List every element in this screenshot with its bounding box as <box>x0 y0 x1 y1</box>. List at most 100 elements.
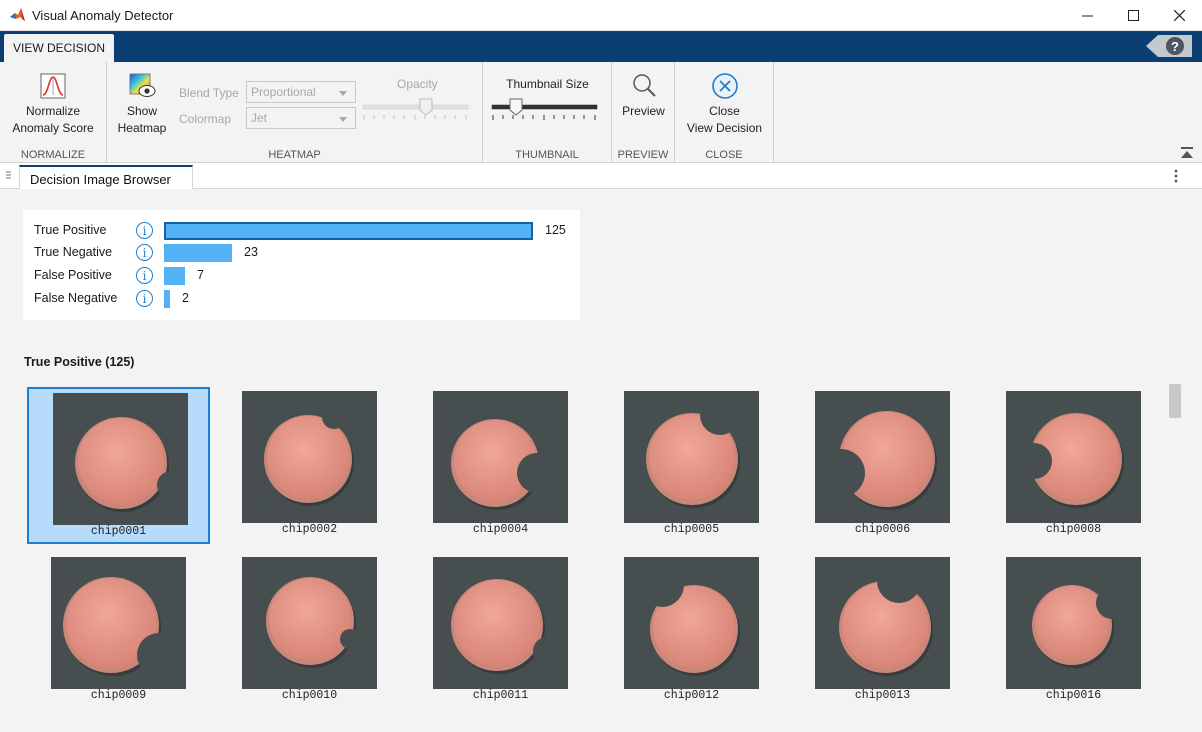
decision-image-browser: True Positive i 125 True Negative i 23 F… <box>0 189 1202 732</box>
thumbnail-caption: chip0011 <box>472 689 529 702</box>
minimize-button[interactable] <box>1064 0 1110 31</box>
thumbnail-item[interactable]: chip0010 <box>218 553 401 710</box>
normalize-label-1: Normalize <box>25 104 80 118</box>
summary-row-true-positive[interactable]: True Positive i 125 <box>23 221 580 241</box>
thumbnail-item[interactable]: chip0011 <box>409 553 592 710</box>
help-icon: ? <box>1166 37 1184 55</box>
summary-count: 23 <box>244 245 258 259</box>
pill-image <box>624 391 759 523</box>
summary-count: 2 <box>182 291 189 305</box>
pill-image <box>242 391 377 523</box>
tab-decision-image-browser[interactable]: Decision Image Browser <box>19 165 193 190</box>
summary-row-false-positive[interactable]: False Positive i 7 <box>23 266 580 286</box>
thumbnail-caption: chip0013 <box>854 689 911 702</box>
summary-bar[interactable] <box>164 222 533 240</box>
thumbnail-caption: chip0005 <box>663 523 720 536</box>
pill-image <box>433 391 568 523</box>
info-icon[interactable]: i <box>136 290 153 307</box>
close-label-2: View Decision <box>686 121 763 135</box>
thumbnail-caption: chip0004 <box>472 523 529 536</box>
thumbnail-caption: chip0002 <box>281 523 338 536</box>
summary-bar[interactable] <box>164 244 232 262</box>
matlab-logo-icon <box>10 8 25 21</box>
normalize-anomaly-score-button[interactable]: Normalize Anomaly Score <box>4 72 102 137</box>
preview-button[interactable]: Preview <box>614 72 673 120</box>
toolstrip-tab-row: VIEW DECISION <box>0 31 1202 62</box>
pill-image <box>433 557 568 689</box>
close-view-decision-button[interactable]: Close View Decision <box>677 72 772 137</box>
show-heatmap-button[interactable]: Show Heatmap <box>111 72 173 137</box>
colormap-value: Jet <box>251 111 268 125</box>
tab-view-decision[interactable]: VIEW DECISION <box>4 34 114 62</box>
distribution-curve-icon <box>40 73 66 99</box>
show-heatmap-label-2: Heatmap <box>117 121 167 135</box>
colormap-dropdown[interactable]: Jet <box>246 107 356 129</box>
thumbnail-item[interactable]: chip0006 <box>791 387 974 544</box>
toolstrip: Normalize Anomaly Score NORMALIZE Show H… <box>0 62 1202 163</box>
more-options-icon[interactable] <box>1173 169 1179 183</box>
pill-image <box>51 557 186 689</box>
info-icon[interactable]: i <box>136 267 153 284</box>
close-label-1: Close <box>709 104 740 118</box>
thumbnail-item[interactable]: chip0002 <box>218 387 401 544</box>
thumbnail-item[interactable]: chip0009 <box>27 553 210 710</box>
preview-section: Preview PREVIEW <box>612 62 675 163</box>
summary-row-true-negative[interactable]: True Negative i 23 <box>23 243 580 263</box>
preview-section-label: PREVIEW <box>617 149 669 161</box>
drag-grip-icon[interactable] <box>6 171 11 181</box>
blend-type-value: Proportional <box>251 85 316 99</box>
magnifier-icon <box>632 74 656 97</box>
close-section: Close View Decision CLOSE <box>675 62 774 163</box>
chevron-down-icon <box>339 117 347 122</box>
document-tab-strip: Decision Image Browser <box>0 163 1202 190</box>
thumbnail-size-slider[interactable] <box>491 98 599 122</box>
normalize-section: Normalize Anomaly Score NORMALIZE <box>0 62 107 163</box>
pill-image <box>242 557 377 689</box>
summary-count: 125 <box>545 223 566 237</box>
maximize-button[interactable] <box>1110 0 1156 31</box>
thumbnail-caption: chip0008 <box>1045 523 1102 536</box>
decision-summary-panel: True Positive i 125 True Negative i 23 F… <box>23 210 580 320</box>
summary-label: True Negative <box>34 245 113 259</box>
thumbnail-item[interactable]: chip0001 <box>27 387 210 544</box>
info-icon[interactable]: i <box>136 244 153 261</box>
pill-image <box>815 391 950 523</box>
maximize-icon <box>1127 10 1139 21</box>
summary-bar[interactable] <box>164 267 185 285</box>
heatmap-section-label: HEATMAP <box>268 149 321 161</box>
thumbnail-caption: chip0009 <box>90 689 147 702</box>
thumbnail-item[interactable]: chip0013 <box>791 553 974 710</box>
title-bar: Visual Anomaly Detector <box>0 0 1202 31</box>
window-title: Visual Anomaly Detector <box>32 8 174 23</box>
blend-type-dropdown[interactable]: Proportional <box>246 81 356 103</box>
pill-image <box>624 557 759 689</box>
collapse-toolstrip-icon[interactable] <box>1180 146 1194 160</box>
thumbnail-caption: chip0006 <box>854 523 911 536</box>
summary-bar[interactable] <box>164 290 170 308</box>
thumbnail-item[interactable]: chip0004 <box>409 387 592 544</box>
summary-count: 7 <box>197 268 204 282</box>
thumbnail-item[interactable]: chip0012 <box>600 553 783 710</box>
pill-image <box>1006 391 1141 523</box>
thumbnail-caption: chip0001 <box>90 525 147 538</box>
pill-image <box>1006 557 1141 689</box>
thumbnail-item[interactable]: chip0008 <box>982 387 1165 544</box>
thumbnail-item[interactable]: chip0016 <box>982 553 1165 710</box>
chevron-down-icon <box>339 91 347 96</box>
summary-row-false-negative[interactable]: False Negative i 2 <box>23 289 580 309</box>
thumbnail-section-label: THUMBNAIL <box>515 149 579 161</box>
close-circle-icon <box>711 73 738 99</box>
vertical-scrollbar-thumb[interactable] <box>1169 384 1181 418</box>
normalize-section-label: NORMALIZE <box>20 149 86 161</box>
close-icon <box>1173 10 1185 21</box>
summary-label: True Positive <box>34 223 107 237</box>
info-icon[interactable]: i <box>136 222 153 239</box>
pill-image <box>815 557 950 689</box>
close-window-button[interactable] <box>1156 0 1202 31</box>
thumbnail-caption: chip0016 <box>1045 689 1102 702</box>
thumbnail-item[interactable]: chip0005 <box>600 387 783 544</box>
show-heatmap-label-1: Show <box>126 104 158 118</box>
group-title: True Positive (125) <box>24 355 135 369</box>
opacity-slider[interactable] <box>362 98 470 122</box>
opacity-label: Opacity <box>397 77 438 91</box>
